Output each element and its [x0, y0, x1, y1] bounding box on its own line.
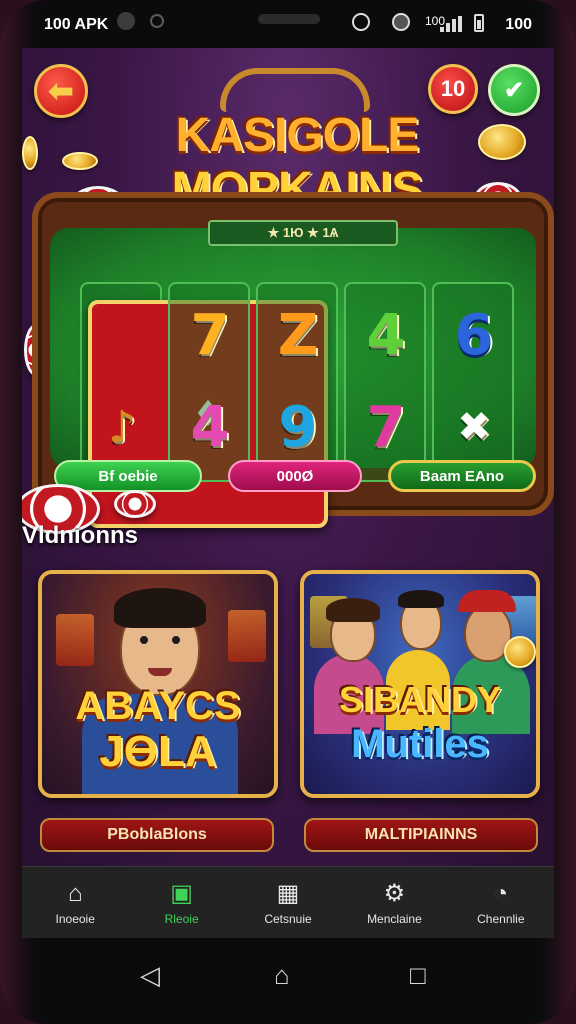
app-screen: ⬅ 10 ✔ KASIGOLE MOPKAINS ★ 1Ю ★ 1Ѧ ♦ ♪ 7…	[22, 48, 554, 938]
status-right-text: 100	[505, 16, 532, 33]
back-button[interactable]: ⬅	[34, 64, 88, 118]
card-2-title-line2: Mutiles	[351, 722, 489, 766]
home-icon: ⌂	[67, 879, 83, 907]
nav-item-settings[interactable]: ⚙ Menclaine	[341, 867, 447, 938]
character-hair	[114, 588, 206, 628]
cap-icon	[458, 590, 516, 612]
reel-symbol-top: 6	[454, 302, 494, 368]
confirm-button[interactable]: ✔	[488, 64, 540, 116]
reel-symbol-bottom: 7	[366, 394, 406, 460]
nav-item-profile[interactable]: ◔ Chennlie	[448, 867, 554, 938]
game-card-2[interactable]: SIBANDY Mutiles	[300, 570, 540, 798]
status-bar: 100 APK 100 100	[0, 0, 576, 48]
location-icon	[352, 13, 370, 31]
slot-reel-1: ♦ ♪	[80, 282, 328, 528]
game-card-1[interactable]: ABAYCS JƟLA	[38, 570, 278, 798]
status-app-icon	[392, 13, 410, 31]
character-hair	[398, 590, 444, 608]
card-1-title-line1: ABAYCS	[75, 684, 241, 728]
table-plaque: ★ 1Ю ★ 1Ѧ	[208, 220, 398, 246]
reel-symbol-top: Z	[277, 302, 319, 368]
android-home-icon[interactable]: ⌂	[274, 960, 290, 991]
nav-label: Menclaine	[367, 911, 422, 926]
profile-icon: ◔	[493, 879, 509, 907]
table-button-right[interactable]: Baam EAno	[388, 460, 536, 492]
reel-symbol-bottom: ♪	[107, 401, 137, 453]
slot-reel-3: Z 9	[256, 282, 338, 482]
slot-felt: ♦ ♪ 7 4 Z 9 4 7 6 ✖	[50, 228, 536, 528]
speaker-notch	[258, 14, 320, 24]
slot-reel-2: 7 4	[168, 282, 250, 482]
character-eye	[172, 636, 180, 644]
game-title-line1: KASIGOLE	[175, 109, 420, 162]
system-nav-bar: ◁ ⌂ □	[0, 938, 576, 1024]
card-1-button[interactable]: PBoblaBlons	[40, 818, 274, 852]
character-hair	[326, 598, 380, 622]
notification-dot-icon	[150, 14, 164, 28]
camera-icon	[117, 12, 135, 30]
nav-item-wallet[interactable]: ▣ Rleoie	[128, 867, 234, 938]
android-back-icon[interactable]: ◁	[140, 960, 160, 991]
bottom-nav: ⌂ Inoeoie ▣ Rleoie ▦ Cetsnuie ⚙ Menclain…	[22, 866, 554, 938]
wallet-icon: ▣	[170, 879, 193, 907]
coin-icon	[478, 124, 526, 160]
character-eye	[140, 636, 148, 644]
section-title: Vldnionns	[22, 522, 138, 549]
table-button-center[interactable]: 000Ø	[228, 460, 362, 492]
card-2-button[interactable]: MALTIPIAINNS	[304, 818, 538, 852]
arrow-left-icon: ⬅	[48, 74, 74, 108]
reel-symbol-bottom: ✖	[457, 404, 491, 450]
reel-symbol-bottom: 9	[278, 394, 318, 460]
card-1-title-line2: JƟLA	[99, 727, 217, 776]
gear-icon: ⚙	[383, 879, 406, 907]
reel-symbol-top: 4	[366, 302, 406, 368]
slot-reel-4: 4 7	[344, 282, 426, 482]
title-crest	[220, 68, 370, 112]
coin-icon	[22, 136, 38, 170]
poker-chip-icon	[114, 490, 156, 518]
nav-label: Chennlie	[477, 911, 525, 926]
battery-icon	[474, 14, 484, 32]
card-2-title-line1: SIBANDY	[338, 679, 502, 720]
nav-label: Inoeoie	[55, 911, 95, 926]
android-recents-icon[interactable]: □	[410, 960, 426, 991]
coin-icon	[504, 636, 536, 668]
coin-icon	[62, 152, 98, 170]
nav-item-calculator[interactable]: ▦ Cetsnuie	[235, 867, 341, 938]
signal-bars-icon	[440, 16, 464, 32]
slot-machine-bg	[56, 614, 94, 666]
status-left-text: 100 APK	[44, 16, 109, 33]
calculator-icon: ▦	[276, 879, 300, 907]
slot-table: ★ 1Ю ★ 1Ѧ ♦ ♪ 7 4 Z 9 4 7 6 ✖ Bf oebie 0…	[32, 192, 554, 528]
nav-label: Rleoie	[164, 911, 199, 926]
slot-reel-5: 6 ✖	[432, 282, 514, 482]
reel-symbol-top: 7	[190, 302, 230, 368]
notification-badge[interactable]: 10	[428, 64, 478, 114]
slot-machine-bg	[228, 610, 266, 662]
nav-item-home[interactable]: ⌂ Inoeoie	[22, 867, 128, 938]
reel-symbol-bottom: 4	[190, 394, 230, 460]
nav-label: Cetsnuie	[264, 911, 312, 926]
phone-frame: 100 APK 100 100 ⬅ 10 ✔ KASIGOLE MOPKAINS	[0, 0, 576, 1024]
check-icon: ✔	[503, 76, 525, 104]
